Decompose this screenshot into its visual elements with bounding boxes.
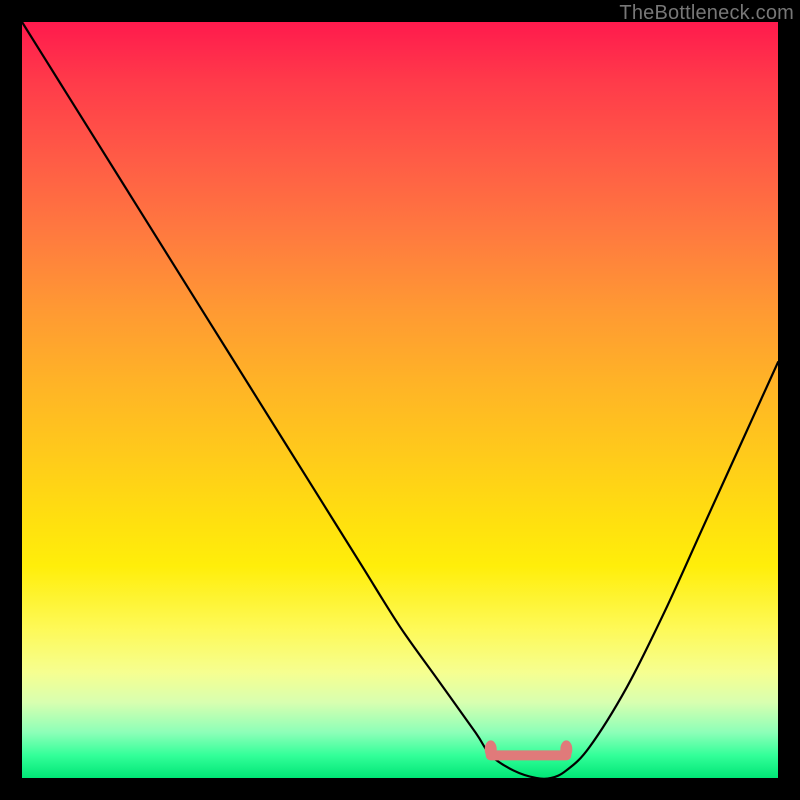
bottleneck-curve — [22, 22, 778, 779]
plot-area — [22, 22, 778, 778]
watermark-text: TheBottleneck.com — [619, 2, 794, 25]
optimal-band-left-marker — [485, 740, 497, 758]
curve-svg — [22, 22, 778, 778]
chart-frame: TheBottleneck.com — [0, 0, 800, 800]
optimal-band-right-marker — [560, 740, 572, 758]
